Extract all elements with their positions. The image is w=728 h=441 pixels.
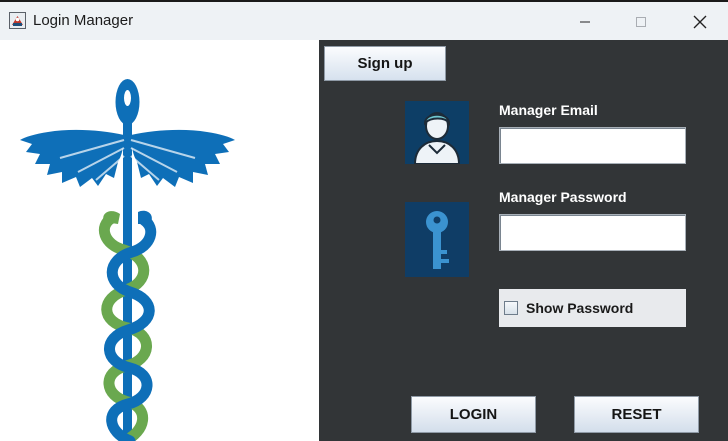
login-manager-window: Login Manager Sign up Manager Email Mana… (0, 0, 728, 441)
password-label: Manager Password (499, 189, 627, 205)
show-password-label: Show Password (526, 300, 634, 316)
java-app-icon (9, 12, 26, 29)
close-icon (693, 15, 707, 29)
maximize-button[interactable] (618, 4, 664, 40)
logo-panel (0, 40, 319, 441)
email-input[interactable] (500, 128, 685, 163)
minimize-icon (580, 21, 590, 23)
show-password-toggle[interactable]: Show Password (499, 289, 686, 327)
password-input[interactable] (500, 215, 685, 250)
password-field[interactable] (499, 214, 686, 251)
signup-button[interactable]: Sign up (324, 46, 446, 81)
title-bar[interactable]: Login Manager (0, 2, 728, 40)
login-form-panel: Sign up Manager Email Manager Password S… (319, 40, 728, 441)
reset-button[interactable]: RESET (574, 396, 699, 433)
maximize-icon (636, 17, 646, 27)
key-icon (405, 202, 469, 277)
window-title: Login Manager (33, 12, 134, 29)
show-password-checkbox[interactable] (504, 301, 518, 315)
caduceus-logo (20, 79, 235, 441)
minimize-button[interactable] (562, 4, 608, 40)
email-label: Manager Email (499, 102, 598, 118)
user-icon (405, 101, 469, 164)
login-button[interactable]: LOGIN (411, 396, 536, 433)
close-button[interactable] (677, 4, 723, 40)
email-field[interactable] (499, 127, 686, 164)
